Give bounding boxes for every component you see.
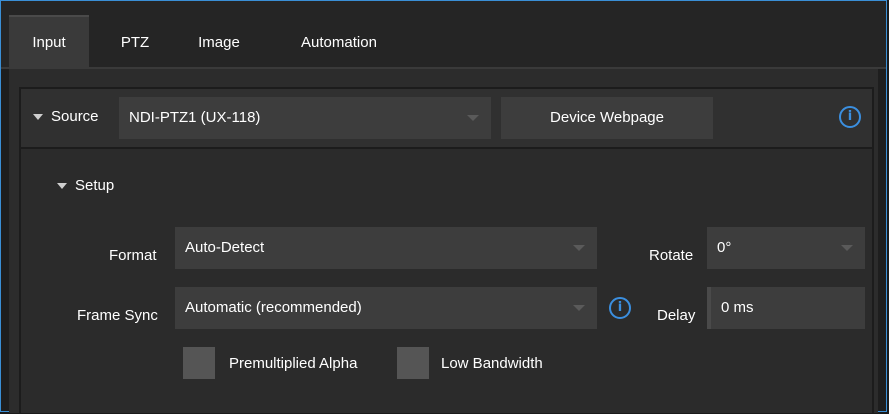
tab-image[interactable]: Image [189,17,249,69]
setup-collapse-icon[interactable] [57,183,67,189]
chevron-down-icon [573,305,585,311]
source-dropdown-value: NDI-PTZ1 (UX-118) [129,109,261,126]
tab-ptz[interactable]: PTZ [113,17,157,69]
device-webpage-button[interactable]: Device Webpage [501,97,713,139]
rotate-dropdown[interactable]: 0° [707,227,865,269]
low-bandwidth-label: Low Bandwidth [441,355,543,372]
premultiplied-alpha-checkbox[interactable] [183,347,215,379]
delay-label: Delay [657,307,696,324]
rotate-dropdown-value: 0° [717,239,732,256]
delay-input-value: 0 ms [721,299,754,316]
format-dropdown-value: Auto-Detect [185,239,265,256]
frame-sync-dropdown-value: Automatic (recommended) [185,299,362,316]
input-panel: Source NDI-PTZ1 (UX-118) Device Webpage … [9,69,878,413]
format-dropdown[interactable]: Auto-Detect [175,227,597,269]
window-frame: Input PTZ Image Automation Source NDI-PT… [0,0,887,413]
rotate-label: Rotate [649,247,694,264]
frame-sync-dropdown[interactable]: Automatic (recommended) [175,287,597,329]
source-collapse-icon[interactable] [33,114,43,120]
setup-label: Setup [75,177,115,194]
setup-section: Setup Format Auto-Detect Rotate 0° Frame… [19,149,874,413]
chevron-down-icon [573,245,585,251]
low-bandwidth-checkbox[interactable] [397,347,429,379]
source-dropdown[interactable]: NDI-PTZ1 (UX-118) [119,97,491,139]
frame-sync-info-icon[interactable]: i [609,297,631,319]
format-label: Format [109,247,157,264]
source-label: Source [51,108,99,125]
frame-sync-label: Frame Sync [77,307,158,324]
chevron-down-icon [467,115,479,121]
tab-automation[interactable]: Automation [291,17,387,69]
source-info-icon[interactable]: i [839,106,861,128]
chevron-down-icon [841,245,853,251]
tab-input[interactable]: Input [9,15,89,69]
source-row: Source NDI-PTZ1 (UX-118) Device Webpage … [19,87,874,149]
premultiplied-alpha-label: Premultiplied Alpha [229,355,358,372]
tab-bar: Input PTZ Image Automation [1,1,886,69]
delay-input[interactable]: 0 ms [707,287,865,329]
